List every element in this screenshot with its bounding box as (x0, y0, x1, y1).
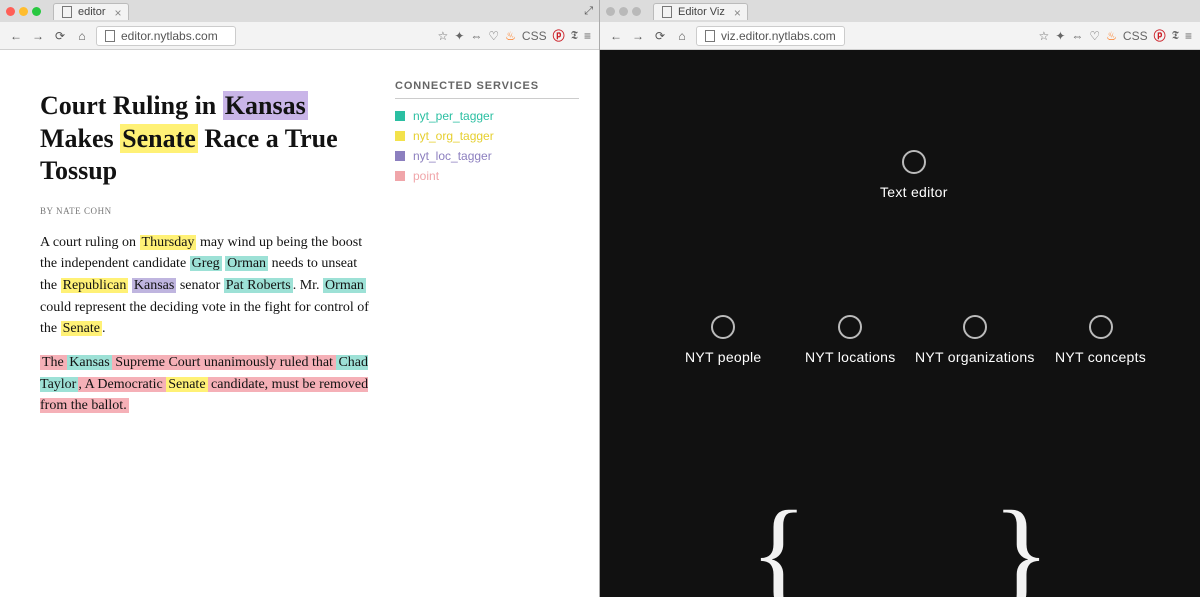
flame-icon[interactable]: ♨ (505, 29, 516, 43)
node-nyt-organizations[interactable]: NYT organizations (915, 315, 1035, 365)
divider-icon[interactable] (470, 29, 482, 43)
divider-icon[interactable] (1071, 29, 1083, 43)
article: Court Ruling in Kansas Makes Senate Race… (0, 50, 370, 597)
node-circle-icon (902, 150, 926, 174)
service-item[interactable]: nyt_org_tagger (395, 129, 579, 143)
reload-button[interactable]: ⟳ (652, 29, 668, 43)
zoom-window-icon[interactable] (32, 7, 41, 16)
forward-button[interactable]: → (630, 29, 646, 43)
tag-org[interactable]: Senate (166, 377, 207, 392)
tag-person[interactable]: Orman (323, 278, 366, 293)
address-bar[interactable]: viz.editor.nytlabs.com (696, 26, 845, 46)
service-swatch (395, 111, 405, 121)
bookmark-icon[interactable] (1039, 29, 1050, 43)
browser-window-right: Editor Viz × ← → ⟳ ⌂ viz.editor.nytlabs.… (600, 0, 1200, 597)
viz-page: Text editor NYT people NYT locations NYT… (600, 50, 1200, 597)
expand-icon[interactable]: ⤢ (584, 5, 593, 18)
zoom-window-icon[interactable] (632, 7, 641, 16)
css-label[interactable]: CSS (1123, 29, 1148, 43)
wand-icon[interactable] (1055, 29, 1065, 43)
browser-toolbar-left: ← → ⟳ ⌂ editor.nytlabs.com ♨ CSS ⓟ 𝕿 (0, 22, 599, 50)
tag-point[interactable]: The Kansas Supreme Court unanimously rul… (40, 355, 368, 413)
page-icon (62, 6, 72, 18)
css-label[interactable]: CSS (522, 29, 547, 43)
pinterest-icon[interactable]: ⓟ (1154, 27, 1166, 44)
browser-tab[interactable]: Editor Viz × (653, 3, 748, 20)
brace-right: } (992, 484, 1050, 597)
tag-location[interactable]: Kansas (67, 355, 111, 370)
browser-window-left: editor × ⤢ ← → ⟳ ⌂ editor.nytlabs.com (0, 0, 600, 597)
close-tab-icon[interactable]: × (734, 6, 741, 20)
service-swatch (395, 131, 405, 141)
service-swatch (395, 171, 405, 181)
node-text-editor[interactable]: Text editor (880, 150, 948, 200)
tag-org[interactable]: Senate (61, 321, 102, 336)
tag[interactable]: Thursday (140, 235, 197, 250)
connected-services-sidebar: CONNECTED SERVICES nyt_per_tagger nyt_or… (370, 50, 599, 597)
tag-person[interactable]: Pat Roberts (224, 278, 293, 293)
node-nyt-people[interactable]: NYT people (685, 315, 761, 365)
byline: BY NATE COHN (40, 206, 370, 216)
forward-button[interactable]: → (30, 29, 46, 43)
close-window-icon[interactable] (606, 7, 615, 16)
tag-location[interactable]: Kansas (132, 278, 176, 293)
url-text: editor.nytlabs.com (121, 29, 218, 43)
paragraph: The Kansas Supreme Court unanimously rul… (40, 352, 370, 417)
window-controls (606, 7, 641, 16)
tag-org[interactable]: Senate (120, 124, 198, 153)
node-nyt-locations[interactable]: NYT locations (805, 315, 896, 365)
pinterest-icon[interactable]: ⓟ (553, 27, 565, 44)
service-item[interactable]: point (395, 169, 579, 183)
address-bar[interactable]: editor.nytlabs.com (96, 26, 236, 46)
wand-icon[interactable] (454, 29, 464, 43)
page-icon (705, 30, 715, 42)
menu-icon[interactable] (584, 29, 591, 43)
node-circle-icon (711, 315, 735, 339)
home-button[interactable]: ⌂ (674, 29, 690, 43)
tab-strip-right: Editor Viz × (600, 0, 1200, 22)
nyt-icon[interactable]: 𝕿 (1172, 28, 1179, 43)
back-button[interactable]: ← (608, 29, 624, 43)
headline: Court Ruling in Kansas Makes Senate Race… (40, 90, 370, 188)
home-button[interactable]: ⌂ (74, 29, 90, 43)
tag-person[interactable]: Orman (225, 256, 268, 271)
tab-title: Editor Viz (678, 6, 725, 18)
tag-location[interactable]: Kansas (223, 91, 308, 120)
service-swatch (395, 151, 405, 161)
service-item[interactable]: nyt_per_tagger (395, 109, 579, 123)
editor-page: Court Ruling in Kansas Makes Senate Race… (0, 50, 599, 597)
close-tab-icon[interactable]: × (115, 6, 122, 20)
tag-person[interactable]: Greg (190, 256, 222, 271)
page-icon (105, 30, 115, 42)
menu-icon[interactable] (1185, 29, 1192, 43)
url-text: viz.editor.nytlabs.com (721, 29, 836, 43)
bookmark-icon[interactable] (438, 29, 449, 43)
service-item[interactable]: nyt_loc_tagger (395, 149, 579, 163)
reload-button[interactable]: ⟳ (52, 29, 68, 43)
close-window-icon[interactable] (6, 7, 15, 16)
minimize-window-icon[interactable] (19, 7, 28, 16)
pocket-icon[interactable] (1089, 29, 1100, 43)
browser-tab[interactable]: editor × (53, 3, 129, 20)
window-controls (6, 7, 41, 16)
pocket-icon[interactable] (488, 29, 499, 43)
tab-strip-left: editor × ⤢ (0, 0, 599, 22)
brace-left: { (750, 484, 808, 597)
flame-icon[interactable]: ♨ (1106, 29, 1117, 43)
back-button[interactable]: ← (8, 29, 24, 43)
tab-title: editor (78, 6, 106, 18)
browser-toolbar-right: ← → ⟳ ⌂ viz.editor.nytlabs.com ♨ CSS ⓟ 𝕿 (600, 22, 1200, 50)
page-icon (662, 6, 672, 18)
node-circle-icon (838, 315, 862, 339)
minimize-window-icon[interactable] (619, 7, 628, 16)
tag-org[interactable]: Republican (61, 278, 129, 293)
paragraph: A court ruling on Thursday may wind up b… (40, 232, 370, 340)
nyt-icon[interactable]: 𝕿 (571, 28, 578, 43)
node-circle-icon (963, 315, 987, 339)
node-nyt-concepts[interactable]: NYT concepts (1055, 315, 1146, 365)
node-circle-icon (1089, 315, 1113, 339)
sidebar-heading: CONNECTED SERVICES (395, 80, 579, 99)
